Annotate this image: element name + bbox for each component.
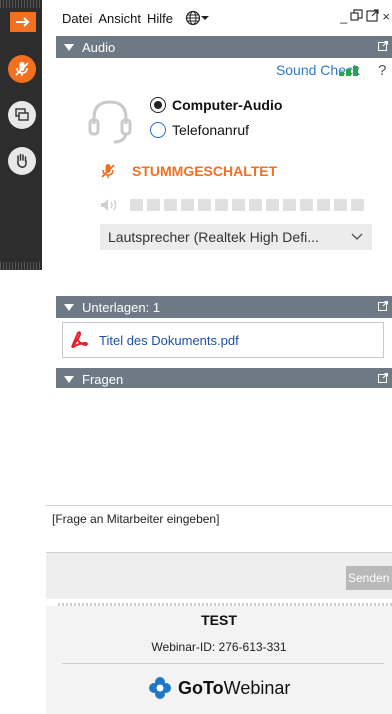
window-controls: _ × — [340, 9, 390, 24]
arrow-right-icon — [16, 17, 30, 27]
webinar-id: Webinar-ID: 276-613-331 — [151, 640, 287, 654]
documents-panel-header[interactable]: Unterlagen: 1 — [56, 296, 392, 318]
popout-icon[interactable] — [378, 41, 388, 51]
level-segment — [334, 199, 347, 211]
signal-strength-icon — [339, 66, 358, 76]
radio-button[interactable] — [150, 122, 166, 138]
mute-status-label: STUMMGESCHALTET — [132, 163, 278, 179]
microphone-muted-icon — [15, 62, 29, 76]
help-icon[interactable]: ? — [378, 62, 386, 79]
level-segment — [232, 199, 245, 211]
level-segment — [283, 199, 296, 211]
level-segment — [300, 199, 313, 211]
mute-status[interactable]: STUMMGESCHALTET — [100, 162, 277, 180]
collapse-triangle-icon — [64, 375, 74, 383]
speaker-dropdown[interactable]: Lautsprecher (Realtek High Defi... — [100, 224, 372, 250]
popout-icon[interactable] — [378, 301, 388, 311]
footer-divider — [62, 663, 384, 664]
radio-label: Telefonanruf — [172, 122, 250, 138]
popout-icon[interactable] — [366, 9, 380, 22]
level-segment — [351, 199, 364, 211]
screen-share-button[interactable] — [8, 101, 36, 129]
toolbar-grip[interactable] — [0, 0, 42, 8]
gotowebinar-logo-icon — [149, 677, 171, 699]
close-icon[interactable]: × — [382, 9, 390, 24]
raise-hand-button[interactable] — [8, 147, 36, 175]
left-toolbar — [0, 0, 42, 270]
popout-icon[interactable] — [378, 373, 388, 383]
headset-icon — [88, 100, 132, 144]
level-segment — [198, 199, 211, 211]
speaker-dropdown-value: Lautsprecher (Realtek High Defi... — [108, 229, 319, 245]
menu-datei[interactable]: Datei — [62, 11, 92, 26]
radio-computer-audio[interactable]: Computer-Audio — [150, 97, 282, 113]
globe-icon — [185, 10, 201, 26]
collapse-triangle-icon — [64, 303, 74, 311]
questions-log — [56, 388, 392, 500]
question-input[interactable]: [Frage an Mitarbeiter eingeben] — [46, 505, 392, 553]
send-area — [46, 553, 392, 599]
language-menu[interactable] — [185, 10, 210, 26]
level-segment — [317, 199, 330, 211]
collapse-triangle-icon — [64, 43, 74, 51]
radio-label: Computer-Audio — [172, 97, 283, 113]
microphone-muted-icon — [101, 164, 115, 178]
send-button[interactable]: Senden — [346, 566, 392, 590]
toolbar-grip-bottom — [0, 262, 42, 270]
level-segment — [181, 199, 194, 211]
document-item[interactable]: Titel des Dokuments.pdf — [62, 322, 384, 358]
menu-hilfe[interactable]: Hilfe — [147, 11, 173, 26]
radio-button[interactable] — [150, 97, 166, 113]
pdf-icon — [71, 331, 88, 349]
level-segment — [215, 199, 228, 211]
restore-icon[interactable] — [350, 9, 364, 22]
chevron-down-icon — [201, 16, 210, 20]
speaker-icon — [101, 199, 117, 211]
audio-level-meter — [100, 198, 368, 212]
collapse-panel-button[interactable] — [10, 12, 36, 32]
mute-toggle-button[interactable] — [8, 55, 36, 83]
questions-panel-header[interactable]: Fragen — [56, 368, 392, 390]
level-segment — [130, 199, 143, 211]
webinar-title: TEST — [201, 612, 237, 628]
minimize-icon[interactable]: _ — [340, 9, 347, 24]
raise-hand-icon — [17, 153, 27, 168]
audio-panel-title: Audio — [82, 39, 116, 55]
level-segment — [147, 199, 160, 211]
document-name: Titel des Dokuments.pdf — [99, 332, 239, 348]
logo-webinar-text: Webinar — [223, 677, 291, 698]
menu-ansicht[interactable]: Ansicht — [98, 11, 141, 26]
audio-panel-header[interactable]: Audio — [56, 36, 392, 58]
level-segment — [266, 199, 279, 211]
documents-panel-title: Unterlagen: 1 — [82, 299, 161, 315]
radio-telefonanruf[interactable]: Telefonanruf — [150, 122, 249, 138]
logo-goto-text: GoTo — [178, 677, 224, 698]
gotowebinar-logo: GoTo Webinar — [148, 676, 290, 700]
questions-panel-title: Fragen — [82, 371, 124, 387]
screen-share-icon — [15, 108, 29, 121]
level-segment — [164, 199, 177, 211]
level-segment — [249, 199, 262, 211]
chevron-down-icon — [351, 233, 363, 240]
